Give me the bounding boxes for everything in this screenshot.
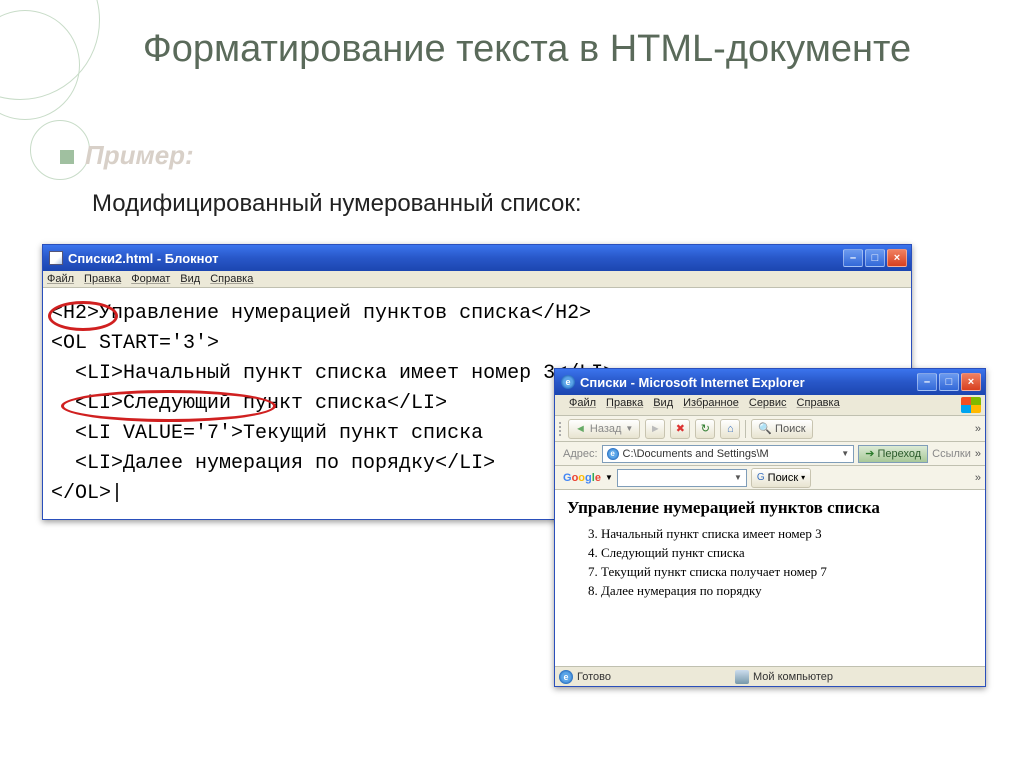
highlight-ellipse bbox=[48, 301, 118, 331]
home-icon: ⌂ bbox=[727, 423, 734, 435]
maximize-button[interactable]: □ bbox=[939, 373, 959, 391]
ie-icon: e bbox=[561, 375, 575, 389]
address-value: C:\Documents and Settings\М bbox=[623, 448, 769, 460]
refresh-icon: ↻ bbox=[701, 422, 710, 435]
rendered-list: Начальный пункт списка имеет номер 3 Сле… bbox=[567, 526, 973, 599]
status-ie-icon: e bbox=[559, 670, 573, 684]
code-line: <H2>Управление нумерацией пунктов списка… bbox=[51, 302, 591, 325]
my-computer-icon bbox=[735, 670, 749, 684]
minimize-button[interactable]: – bbox=[917, 373, 937, 391]
google-toolbar: Google ▼ ▼ G Поиск ▾ » bbox=[555, 466, 985, 490]
ie-statusbar: e Готово Мой компьютер bbox=[555, 666, 985, 686]
code-line: <LI>Начальный пункт списка имеет номер 3… bbox=[51, 362, 615, 385]
links-label[interactable]: Ссылки bbox=[932, 448, 971, 460]
close-button[interactable]: × bbox=[887, 249, 907, 267]
status-mycomputer: Мой компьютер bbox=[753, 671, 833, 683]
forward-button[interactable]: ► bbox=[645, 419, 665, 439]
search-button[interactable]: 🔍 Поиск bbox=[751, 419, 812, 439]
code-line: <LI VALUE='7'>Текущий пункт списка bbox=[51, 422, 483, 445]
page-icon: e bbox=[607, 448, 619, 460]
go-arrow-icon: ➔ bbox=[865, 447, 874, 460]
ie-titlebar[interactable]: e Списки - Microsoft Internet Explorer –… bbox=[555, 369, 985, 395]
rendered-heading: Управление нумерацией пунктов списка bbox=[567, 498, 973, 518]
list-item: Следующий пункт списка bbox=[601, 545, 973, 561]
forward-arrow-icon: ► bbox=[650, 423, 661, 435]
code-line: <OL START='3'> bbox=[51, 332, 219, 355]
home-button[interactable]: ⌂ bbox=[720, 419, 740, 439]
menu-file[interactable]: Файл bbox=[569, 397, 596, 413]
menu-view[interactable]: Вид bbox=[653, 397, 673, 413]
maximize-button[interactable]: □ bbox=[865, 249, 885, 267]
notepad-menubar: Файл Правка Формат Вид Справка bbox=[43, 271, 911, 288]
address-input[interactable]: e C:\Documents and Settings\М ▼ bbox=[602, 445, 855, 463]
list-item: Далее нумерация по порядку bbox=[601, 583, 973, 599]
ie-address-row: Адрес: e C:\Documents and Settings\М ▼ ➔… bbox=[555, 442, 985, 466]
google-logo[interactable]: Google bbox=[563, 472, 601, 484]
example-label: Пример: bbox=[85, 140, 194, 171]
windows-flag-icon bbox=[961, 397, 981, 413]
google-search-button[interactable]: G Поиск ▾ bbox=[751, 468, 811, 488]
menu-file[interactable]: Файл bbox=[47, 273, 74, 285]
ie-toolbar: ◄ Назад ▼ ► ✖ ↻ ⌂ 🔍 Поиск » bbox=[555, 416, 985, 442]
menu-view[interactable]: Вид bbox=[180, 273, 200, 285]
bullet-icon bbox=[60, 150, 74, 164]
status-ready: Готово bbox=[577, 671, 611, 683]
notepad-icon bbox=[49, 251, 63, 265]
ie-title: Списки - Microsoft Internet Explorer bbox=[580, 375, 805, 390]
close-button[interactable]: × bbox=[961, 373, 981, 391]
ie-menubar: Файл Правка Вид Избранное Сервис Справка bbox=[555, 395, 985, 416]
back-arrow-icon: ◄ bbox=[575, 423, 586, 435]
address-label: Адрес: bbox=[563, 448, 598, 460]
body-text: Модифицированный нумерованный список: bbox=[92, 190, 582, 218]
stop-icon: ✖ bbox=[676, 422, 685, 435]
menu-favorites[interactable]: Избранное bbox=[683, 397, 739, 413]
notepad-titlebar[interactable]: Списки2.html - Блокнот – □ × bbox=[43, 245, 911, 271]
menu-tools[interactable]: Сервис bbox=[749, 397, 787, 413]
menu-help[interactable]: Справка bbox=[210, 273, 253, 285]
notepad-title: Списки2.html - Блокнот bbox=[68, 251, 219, 266]
ie-window: e Списки - Microsoft Internet Explorer –… bbox=[554, 368, 986, 687]
menu-format[interactable]: Формат bbox=[131, 273, 170, 285]
menu-help[interactable]: Справка bbox=[797, 397, 840, 413]
list-item: Текущий пункт списка получает номер 7 bbox=[601, 564, 973, 580]
ie-content-area: Управление нумерацией пунктов списка Нач… bbox=[555, 490, 985, 666]
slide-title: Форматирование текста в HTML-документе bbox=[90, 28, 964, 72]
menu-edit[interactable]: Правка bbox=[84, 273, 121, 285]
code-line: <LI>Далее нумерация по порядку</LI> bbox=[51, 452, 495, 475]
refresh-button[interactable]: ↻ bbox=[695, 419, 715, 439]
google-search-input[interactable]: ▼ bbox=[617, 469, 747, 487]
search-icon: G bbox=[757, 472, 765, 483]
back-button[interactable]: ◄ Назад ▼ bbox=[568, 419, 640, 439]
stop-button[interactable]: ✖ bbox=[670, 419, 690, 439]
minimize-button[interactable]: – bbox=[843, 249, 863, 267]
highlight-ellipse bbox=[61, 390, 276, 422]
menu-edit[interactable]: Правка bbox=[606, 397, 643, 413]
list-item: Начальный пункт списка имеет номер 3 bbox=[601, 526, 973, 542]
search-icon: 🔍 bbox=[758, 422, 772, 435]
code-line: </OL>| bbox=[51, 482, 123, 505]
go-button[interactable]: ➔ Переход bbox=[858, 445, 928, 463]
